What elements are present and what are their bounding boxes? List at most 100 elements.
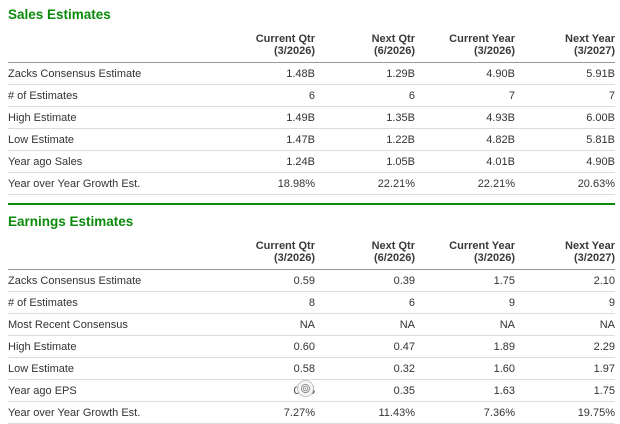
cell-value: 22.21% (315, 172, 415, 195)
estimates-section: Sales Estimates Current Qtr (3/2026) Next … (8, 0, 615, 195)
cell-value: 7 (515, 84, 615, 107)
column-header: Next Qtr (6/2026) (315, 234, 415, 270)
column-period: (3/2026) (274, 45, 315, 57)
row-label: Most Recent Consensus (8, 313, 215, 336)
fingerprint-badge-icon (297, 380, 314, 397)
cell-value: 4.93B (415, 106, 515, 129)
header-row: Current Qtr (3/2026) Next Qtr (6/2026) Curre… (8, 234, 615, 270)
cell-value: 20.63% (515, 172, 615, 195)
table-row: Zacks Consensus Estimate 1.48B 1.29B 4.90B 5… (8, 62, 615, 85)
cell-value: 1.24B (215, 150, 315, 173)
cell-value: 8 (215, 291, 315, 314)
column-label: Next Qtr (371, 240, 415, 252)
table-row: High Estimate 0.60 0.47 1.89 2.29 (8, 335, 615, 358)
cell-value: 4.01B (415, 150, 515, 173)
column-label: Current Qtr (255, 240, 315, 252)
table-body: Zacks Consensus Estimate 0.59 0.39 1.75 2.10… (8, 269, 615, 424)
column-period: (3/2027) (574, 252, 615, 264)
cell-value: NA (415, 313, 515, 336)
section-title: Earnings Estimates (8, 214, 134, 229)
column-label: Current Year (449, 33, 515, 45)
column-period: (3/2026) (474, 45, 515, 57)
cell-value: 1.29B (315, 62, 415, 85)
table-row: Year ago Sales 1.24B 1.05B 4.01B 4.90B (8, 150, 615, 173)
cell-value: 2.29 (515, 335, 615, 358)
cell-value: 0.58 (215, 357, 315, 380)
column-label: Next Year (565, 33, 615, 45)
column-period: (3/2027) (574, 45, 615, 57)
cell-value: 9 (515, 291, 615, 314)
cell-value: NA (315, 313, 415, 336)
column-header: Next Year (3/2027) (515, 27, 615, 63)
cell-value: 0.32 (315, 357, 415, 380)
table-row: Year over Year Growth Est. 18.98% 22.21% 22… (8, 172, 615, 195)
column-header: Current Year (3/2026) (415, 27, 515, 63)
row-label: Zacks Consensus Estimate (8, 269, 215, 292)
table-body: Zacks Consensus Estimate 1.48B 1.29B 4.90B 5… (8, 62, 615, 195)
cell-value: 1.22B (315, 128, 415, 151)
cell-value: 6 (315, 291, 415, 314)
table-row: Low Estimate 0.58 0.32 1.60 1.97 (8, 357, 615, 380)
row-label: Low Estimate (8, 128, 215, 151)
cell-value: 7 (415, 84, 515, 107)
cell-value: 1.47B (215, 128, 315, 151)
cell-value: NA (515, 313, 615, 336)
cell-value: 22.21% (415, 172, 515, 195)
cell-value: 6 (315, 84, 415, 107)
row-label: Year ago EPS (8, 379, 215, 402)
table-row: High Estimate 1.49B 1.35B 4.93B 6.00B (8, 106, 615, 129)
cell-value: 7.36% (415, 401, 515, 424)
column-label: Current Qtr (255, 33, 315, 45)
cell-value: 5.81B (515, 128, 615, 151)
cell-value: 1.05B (315, 150, 415, 173)
table-row: Zacks Consensus Estimate 0.59 0.39 1.75 2.10 (8, 269, 615, 292)
column-header: Next Year (3/2027) (515, 234, 615, 270)
column-period: (6/2026) (374, 45, 415, 57)
column-header: Current Qtr (3/2026) (215, 234, 315, 270)
cell-value: NA (215, 313, 315, 336)
cell-value: 1.63 (415, 379, 515, 402)
header-spacer (8, 234, 215, 270)
cell-value: 0.39 (315, 269, 415, 292)
estimates-table: Current Qtr (3/2026) Next Qtr (6/2026) Curre… (8, 27, 615, 195)
column-period: (6/2026) (374, 252, 415, 264)
row-label: Year over Year Growth Est. (8, 401, 215, 424)
cell-value: 1.75 (515, 379, 615, 402)
cell-value: 4.82B (415, 128, 515, 151)
estimates-sections: Sales Estimates Current Qtr (3/2026) Next … (0, 0, 620, 424)
cell-value: 9 (415, 291, 515, 314)
cell-value: 0.35 (315, 379, 415, 402)
cell-value: 1.35B (315, 106, 415, 129)
row-label: Low Estimate (8, 357, 215, 380)
cell-value: 19.75% (515, 401, 615, 424)
estimates-table: Current Qtr (3/2026) Next Qtr (6/2026) Curre… (8, 234, 615, 424)
cell-value: 6.00B (515, 106, 615, 129)
cell-value: 2.10 (515, 269, 615, 292)
cell-value: 1.75 (415, 269, 515, 292)
column-label: Next Qtr (371, 33, 415, 45)
cell-value: 18.98% (215, 172, 315, 195)
cell-value: 7.27% (215, 401, 315, 424)
cell-value: 1.49B (215, 106, 315, 129)
cell-value: 11.43% (315, 401, 415, 424)
cell-value: 4.90B (415, 62, 515, 85)
section-title: Sales Estimates (8, 7, 111, 22)
cell-value: 1.60 (415, 357, 515, 380)
row-label: Year over Year Growth Est. (8, 172, 215, 195)
column-label: Next Year (565, 240, 615, 252)
column-header: Current Year (3/2026) (415, 234, 515, 270)
cell-value: 1.48B (215, 62, 315, 85)
table-row: # of Estimates 8 6 9 9 (8, 291, 615, 314)
estimates-page: { "colors": { "accent_green": "#0c8a0c",… (0, 0, 620, 424)
row-label: # of Estimates (8, 84, 215, 107)
header-row: Current Qtr (3/2026) Next Qtr (6/2026) Curre… (8, 27, 615, 63)
row-label: Year ago Sales (8, 150, 215, 173)
row-label: # of Estimates (8, 291, 215, 314)
cell-value: 0.60 (215, 335, 315, 358)
cell-value: 4.90B (515, 150, 615, 173)
table-row: Low Estimate 1.47B 1.22B 4.82B 5.81B (8, 128, 615, 151)
cell-value: 5.91B (515, 62, 615, 85)
cell-value: 1.97 (515, 357, 615, 380)
row-label: High Estimate (8, 335, 215, 358)
cell-value: 0.47 (315, 335, 415, 358)
